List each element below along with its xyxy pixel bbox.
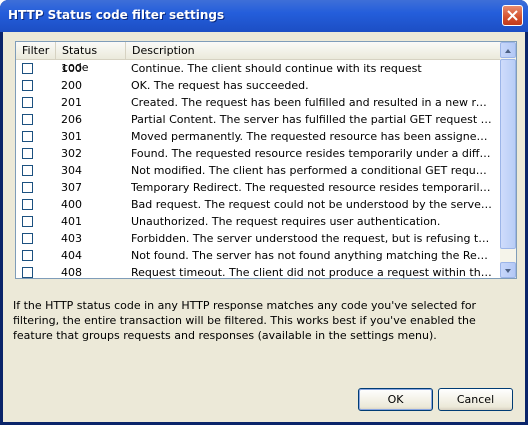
filter-checkbox[interactable]: [22, 63, 33, 74]
status-code-cell: 200: [61, 79, 82, 92]
scroll-down-button[interactable]: [500, 262, 516, 278]
table-row[interactable]: 400 Bad request. The request could not be…: [16, 196, 502, 213]
filter-checkbox[interactable]: [22, 97, 33, 108]
table-row[interactable]: 404 Not found. The server has not found a…: [16, 247, 502, 264]
description-cell: Unauthorized. The request requires user …: [131, 215, 441, 228]
description-cell: Partial Content. The server has fulfille…: [131, 113, 493, 126]
description-cell: Request timeout. The client did not prod…: [131, 266, 493, 279]
filter-checkbox[interactable]: [22, 131, 33, 142]
column-header-filter[interactable]: Filter: [16, 42, 56, 59]
vertical-scrollbar[interactable]: [500, 42, 516, 278]
list-rows: 100 Continue. The client should continue …: [16, 60, 502, 279]
status-code-cell: 400: [61, 198, 82, 211]
filter-checkbox[interactable]: [22, 199, 33, 210]
title-bar[interactable]: HTTP Status code filter settings: [0, 0, 528, 32]
description-cell: Not found. The server has not found anyt…: [131, 249, 493, 262]
description-cell: Forbidden. The server understood the req…: [131, 232, 493, 245]
status-code-cell: 302: [61, 147, 82, 160]
scroll-up-button[interactable]: [500, 42, 516, 58]
close-button[interactable]: [502, 5, 523, 26]
status-code-cell: 201: [61, 96, 82, 109]
filter-checkbox[interactable]: [22, 80, 33, 91]
table-row[interactable]: 401 Unauthorized. The request requires us…: [16, 213, 502, 230]
table-row[interactable]: 408 Request timeout. The client did not p…: [16, 264, 502, 279]
list-header: Filter Status code Description: [16, 42, 502, 74]
scroll-thumb[interactable]: [500, 59, 516, 249]
filter-checkbox[interactable]: [22, 267, 33, 278]
info-text: If the HTTP status code in any HTTP resp…: [13, 299, 477, 342]
status-code-cell: 206: [61, 113, 82, 126]
description-cell: OK. The request has succeeded.: [131, 79, 309, 92]
table-row[interactable]: 200 OK. The request has succeeded.: [16, 77, 502, 94]
table-row[interactable]: 100 Continue. The client should continue …: [16, 60, 502, 77]
description-cell: Moved permanently. The requested resourc…: [131, 130, 493, 143]
table-row[interactable]: 301 Moved permanently. The requested reso…: [16, 128, 502, 145]
description-cell: Bad request. The request could not be un…: [131, 198, 493, 211]
ok-button[interactable]: OK: [358, 388, 433, 411]
description-cell: Temporary Redirect. The requested resour…: [131, 181, 493, 194]
column-header-status-code[interactable]: Status code: [56, 42, 126, 74]
filter-checkbox[interactable]: [22, 182, 33, 193]
description-cell: Found. The requested resource resides te…: [131, 147, 493, 160]
arrow-down-icon: [505, 269, 511, 273]
column-header-description[interactable]: Description: [126, 42, 502, 59]
dialog-window: HTTP Status code filter settings Filter …: [0, 0, 528, 425]
arrow-up-icon: [505, 49, 511, 53]
status-code-cell: 304: [61, 164, 82, 177]
filter-checkbox[interactable]: [22, 216, 33, 227]
description-cell: Created. The request has been fulfilled …: [131, 96, 493, 109]
close-icon: [507, 10, 518, 21]
status-code-cell: 408: [61, 266, 82, 279]
filter-checkbox[interactable]: [22, 165, 33, 176]
table-row[interactable]: 302 Found. The requested resource resides…: [16, 145, 502, 162]
table-row[interactable]: 206 Partial Content. The server has fulfi…: [16, 111, 502, 128]
table-row[interactable]: 304 Not modified. The client has performe…: [16, 162, 502, 179]
status-code-list[interactable]: Filter Status code Description 100 Contin…: [15, 41, 517, 279]
status-code-cell: 307: [61, 181, 82, 194]
table-row[interactable]: 201 Created. The request has been fulfill…: [16, 94, 502, 111]
filter-checkbox[interactable]: [22, 233, 33, 244]
status-code-cell: 401: [61, 215, 82, 228]
cancel-button[interactable]: Cancel: [438, 388, 513, 411]
filter-checkbox[interactable]: [22, 148, 33, 159]
status-code-cell: 100: [61, 62, 82, 75]
status-code-cell: 403: [61, 232, 82, 245]
filter-checkbox[interactable]: [22, 114, 33, 125]
description-cell: Continue. The client should continue wit…: [131, 62, 422, 75]
filter-checkbox[interactable]: [22, 250, 33, 261]
table-row[interactable]: 307 Temporary Redirect. The requested res…: [16, 179, 502, 196]
description-cell: Not modified. The client has performed a…: [131, 164, 493, 177]
window-title: HTTP Status code filter settings: [8, 8, 225, 22]
status-code-cell: 404: [61, 249, 82, 262]
table-row[interactable]: 403 Forbidden. The server understood the …: [16, 230, 502, 247]
status-code-cell: 301: [61, 130, 82, 143]
dialog-body: Filter Status code Description 100 Contin…: [3, 32, 525, 422]
